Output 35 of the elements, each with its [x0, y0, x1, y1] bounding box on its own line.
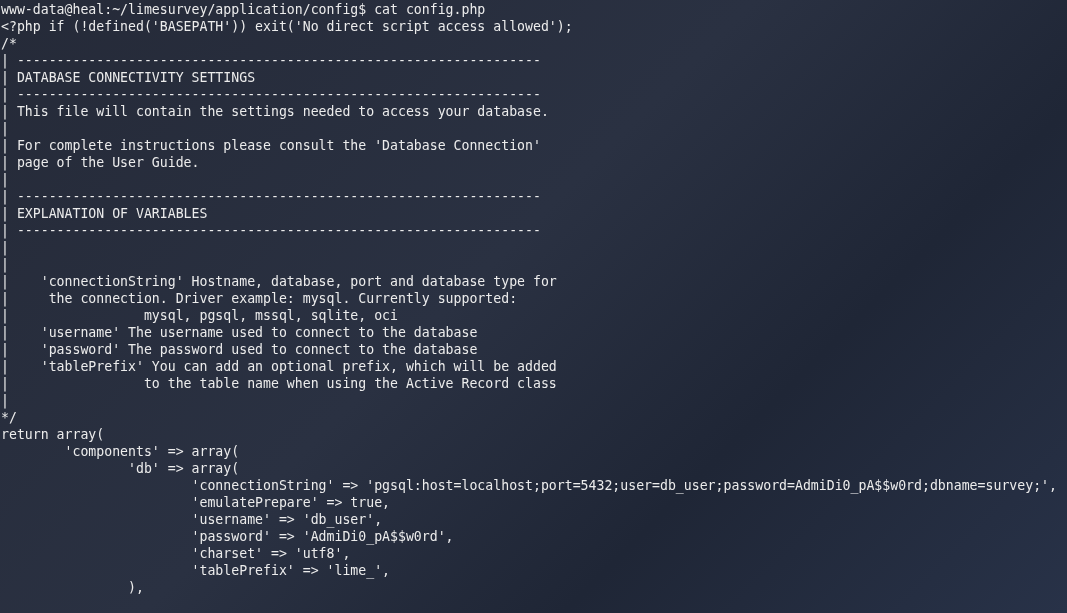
terminal-line: | 'username' The username used to connect to the database	[1, 324, 478, 341]
terminal-line: | EXPLANATION OF VARIABLES	[1, 205, 208, 222]
terminal-line: | ------------------------------------------------------------------	[1, 86, 541, 103]
terminal-line: | 'tablePrefix' You can add an optional prefix, which will be added	[1, 358, 557, 375]
terminal-line: 'components' => array(	[63, 443, 240, 460]
terminal-line: | 'connectionString' Hostname, database, port and database type for	[1, 273, 557, 290]
terminal-line: ),	[127, 579, 144, 596]
terminal-line: 'connectionString' => 'pgsql:host=localhost;port=5432;user=db_user;password=AdmiDi0_pA$$w0rd;dbname=survey;',	[190, 477, 1057, 494]
terminal-line: 'charset' => 'utf8',	[190, 545, 351, 562]
terminal-line: 'db' => array(	[127, 460, 240, 477]
terminal-line: |	[1, 120, 9, 137]
terminal-line: 'username' => 'db_user',	[190, 511, 383, 528]
terminal-line: |	[1, 256, 9, 273]
terminal-line: return array(	[1, 426, 105, 443]
terminal-line: 'tablePrefix' => 'lime_',	[190, 562, 391, 579]
terminal-line: | the connection. Driver example: mysql. Currently supported:	[1, 290, 518, 307]
terminal-line: | page of the User Guide.	[1, 154, 200, 171]
terminal-line: | ------------------------------------------------------------------	[1, 188, 541, 205]
terminal-line: | ------------------------------------------------------------------	[1, 222, 541, 239]
terminal-line: |	[1, 392, 9, 409]
terminal-line: | DATABASE CONNECTIVITY SETTINGS	[1, 69, 256, 86]
terminal-line: */	[1, 409, 17, 426]
terminal-line: | mysql, pgsql, mssql, sqlite, oci	[1, 307, 398, 324]
terminal-line: | to the table name when using the Active Record class	[1, 375, 557, 392]
terminal-line: | 'password' The password used to connect to the database	[1, 341, 478, 358]
terminal-line: /*	[1, 35, 17, 52]
terminal-line: |	[1, 171, 9, 188]
terminal-line: <?php if (!defined('BASEPATH')) exit('No direct script access allowed');	[1, 18, 573, 35]
terminal-line: | This file will contain the settings needed to access your database.	[1, 103, 549, 120]
terminal-line: 'password' => 'AdmiDi0_pA$$w0rd',	[190, 528, 454, 545]
terminal-line: | ------------------------------------------------------------------	[1, 52, 541, 69]
terminal-line: |	[1, 239, 9, 256]
terminal-line: www-data@heal:~/limesurvey/application/config$ cat config.php	[1, 1, 486, 18]
terminal-line: 'emulatePrepare' => true,	[190, 494, 391, 511]
terminal-line: | For complete instructions please consult the 'Database Connection'	[1, 137, 541, 154]
